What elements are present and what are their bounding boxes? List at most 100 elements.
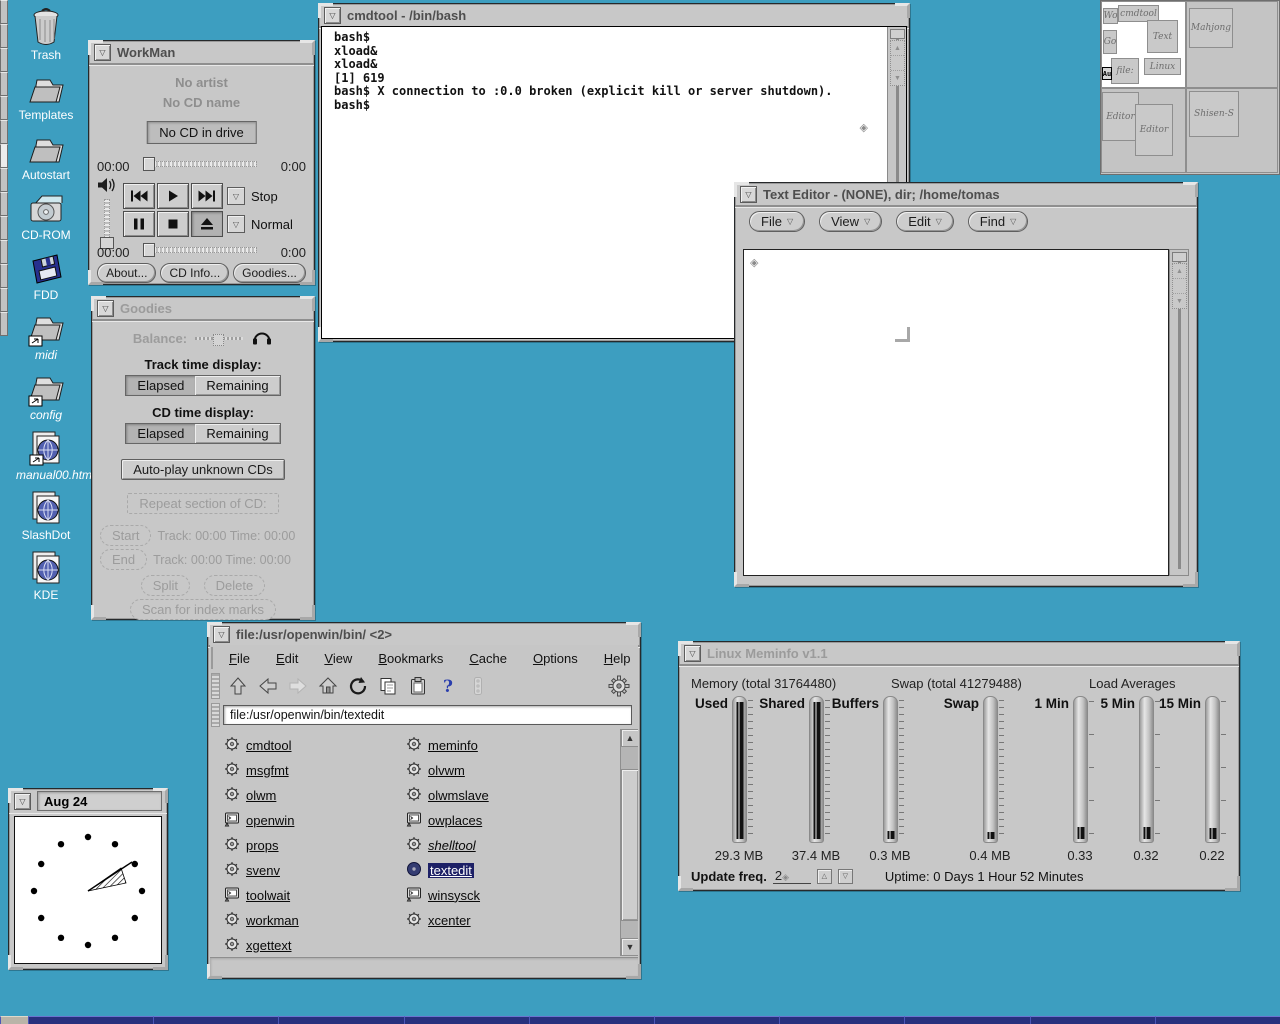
file-name[interactable]: msgfmt: [246, 763, 289, 778]
location-input[interactable]: file:/usr/openwin/bin/textedit: [223, 705, 632, 725]
panel-corner[interactable]: [0, 1016, 28, 1024]
file-item-olwmslave[interactable]: olwmslave: [406, 785, 489, 805]
file-name[interactable]: olwm: [246, 788, 276, 803]
scroll-down-icon[interactable]: ▼: [1173, 294, 1186, 308]
file-name[interactable]: textedit: [428, 863, 474, 878]
file-item-shelltool[interactable]: shelltool: [406, 835, 476, 855]
pager-window-editor[interactable]: Editor: [1135, 104, 1173, 156]
autoplay-button[interactable]: Auto-play unknown CDs: [121, 459, 284, 480]
about-button[interactable]: About...: [97, 263, 156, 283]
eject-button[interactable]: [191, 211, 223, 237]
file-item-xcenter[interactable]: xcenter: [406, 910, 471, 930]
taskbar-segment[interactable]: [1155, 1016, 1280, 1024]
panel-segment[interactable]: [0, 312, 8, 336]
play-mode-menu-icon[interactable]: ▽: [227, 187, 245, 205]
scroll-thumb[interactable]: [621, 769, 638, 921]
menubar-handle[interactable]: [211, 647, 213, 669]
menu-edit[interactable]: Edit: [263, 651, 311, 666]
scroll-anchor[interactable]: [1172, 252, 1187, 262]
back-icon[interactable]: [255, 674, 281, 698]
next-track-button[interactable]: [191, 183, 223, 209]
file-name[interactable]: props: [246, 838, 279, 853]
file-item-workman[interactable]: workman: [224, 910, 299, 930]
volume-slider[interactable]: [100, 199, 112, 249]
folder-link-icon[interactable]: [16, 365, 76, 407]
file-item-props[interactable]: props: [224, 835, 279, 855]
file-item-toolwait[interactable]: toolwait: [224, 885, 290, 905]
menu-cache[interactable]: Cache: [456, 651, 520, 666]
pager-window-file-[interactable]: file:: [1111, 58, 1139, 84]
cd-info-button[interactable]: CD Info...: [160, 263, 229, 283]
floppy-icon[interactable]: [16, 245, 76, 287]
taskbar-segment[interactable]: [529, 1016, 654, 1024]
goodies-button[interactable]: Goodies...: [233, 263, 306, 283]
taskbar-segment[interactable]: [904, 1016, 1029, 1024]
file-item-winsysck[interactable]: winsysck: [406, 885, 480, 905]
taskbar-segment[interactable]: [278, 1016, 403, 1024]
file-item-textedit[interactable]: textedit: [406, 860, 474, 880]
panel-segment[interactable]: [0, 168, 8, 192]
file-name[interactable]: xcenter: [428, 913, 471, 928]
cd-status-button[interactable]: No CD in drive: [146, 121, 257, 144]
pager-window-au[interactable]: Au: [1102, 67, 1112, 80]
hidden-panel-bottom[interactable]: [0, 1016, 1280, 1024]
copy-icon[interactable]: [375, 674, 401, 698]
file-name[interactable]: meminfo: [428, 738, 478, 753]
file-item-openwin[interactable]: openwin: [224, 810, 294, 830]
desktop-icon-templates[interactable]: Templates: [16, 65, 76, 122]
panel-segment[interactable]: [0, 24, 8, 48]
desktop-icon-fdd[interactable]: FDD: [16, 245, 76, 302]
spin-up-icon[interactable]: △: [817, 869, 832, 884]
text-editor-titlebar[interactable]: ▽ Text Editor - (NONE), dir; /home/tomas: [735, 183, 1197, 207]
play-order-menu-icon[interactable]: ▽: [227, 215, 245, 233]
menu-bookmarks[interactable]: Bookmarks: [365, 651, 456, 666]
desktop-icon-cd-rom[interactable]: CD-ROM: [16, 185, 76, 242]
goodies-titlebar[interactable]: ▽ Goodies: [92, 297, 314, 321]
scroll-up-icon[interactable]: ▲: [1173, 264, 1186, 279]
html-icon[interactable]: [16, 545, 76, 587]
desktop-icon-manual00-html[interactable]: manual00.html: [16, 425, 76, 482]
clock-titlebar[interactable]: ▽ Aug 24: [9, 789, 167, 813]
track-position-slider[interactable]: [143, 157, 257, 169]
file-name[interactable]: cmdtool: [246, 738, 292, 753]
scroll-elevator[interactable]: ▲ ▼: [890, 40, 905, 86]
scroll-up-icon[interactable]: ▲: [621, 729, 638, 747]
file-name[interactable]: owplaces: [428, 813, 482, 828]
file-name[interactable]: openwin: [246, 813, 294, 828]
stop-button[interactable]: [157, 211, 189, 237]
file-name[interactable]: xgettext: [246, 938, 292, 953]
desktop-icon-midi[interactable]: midi: [16, 305, 76, 362]
home-icon[interactable]: [315, 674, 341, 698]
html-link-icon[interactable]: [16, 425, 76, 467]
repeat-section-button[interactable]: Repeat section of CD:: [127, 493, 278, 514]
folder-icon[interactable]: [16, 125, 76, 167]
panel-segment[interactable]: [0, 240, 8, 264]
file-name[interactable]: workman: [246, 913, 299, 928]
editor-scrollbar[interactable]: ▲ ▼: [1169, 249, 1189, 576]
panel-segment[interactable]: [0, 192, 8, 216]
paste-icon[interactable]: [405, 674, 431, 698]
file-name[interactable]: olwmslave: [428, 788, 489, 803]
panel-segment[interactable]: [0, 72, 8, 96]
meminfo-titlebar[interactable]: ▽ Linux Meminfo v1.1: [679, 642, 1239, 666]
menu-view[interactable]: View: [311, 651, 365, 666]
panel-segment[interactable]: [0, 216, 8, 240]
panel-segment[interactable]: [0, 0, 8, 24]
desktop-icon-trash[interactable]: Trash: [16, 5, 76, 62]
taskbar-segment[interactable]: [404, 1016, 529, 1024]
pager-window-editor[interactable]: Editor: [1102, 92, 1139, 141]
file-item-xgettext[interactable]: xgettext: [224, 935, 292, 955]
scroll-up-icon[interactable]: ▲: [891, 41, 904, 56]
workman-titlebar[interactable]: ▽ WorkMan: [89, 41, 314, 65]
cd-elapsed-toggle[interactable]: Elapsed: [126, 424, 195, 443]
file-list-scrollbar[interactable]: ▲ ▼: [620, 729, 638, 956]
panel-segment[interactable]: [0, 120, 8, 144]
folder-icon[interactable]: [16, 65, 76, 107]
file-item-meminfo[interactable]: meminfo: [406, 735, 478, 755]
balance-slider[interactable]: [195, 334, 243, 344]
cdrom-icon[interactable]: [16, 185, 76, 227]
file-name[interactable]: winsysck: [428, 888, 480, 903]
pager-window-go[interactable]: Go: [1103, 30, 1117, 54]
pager-window-wo[interactable]: Wo: [1103, 8, 1118, 24]
file-menu-button[interactable]: File▽: [749, 211, 805, 232]
